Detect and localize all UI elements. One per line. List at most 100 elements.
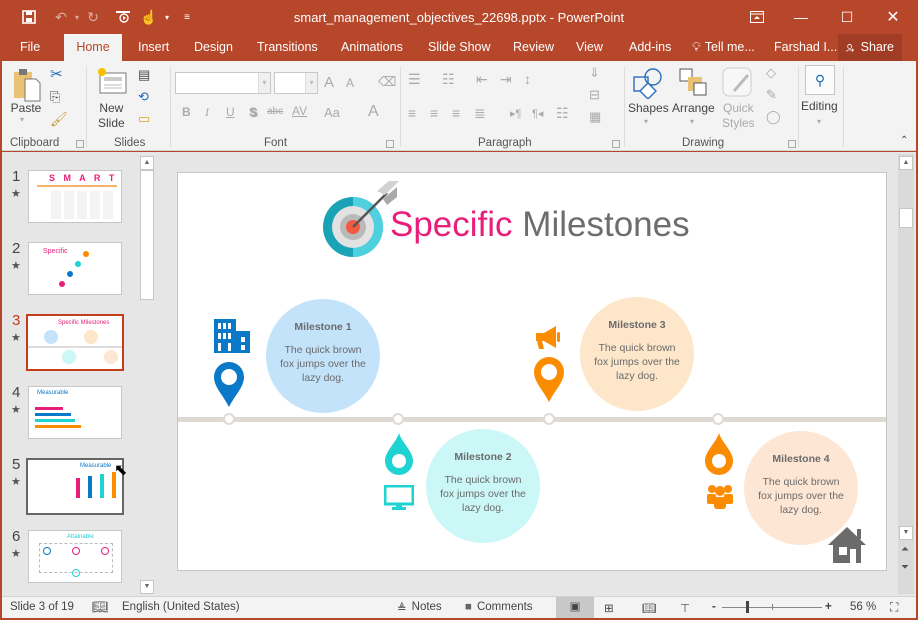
share-button[interactable]: Share <box>838 34 902 61</box>
section-icon[interactable]: ▭ <box>138 111 150 127</box>
underline-button[interactable]: U <box>226 105 235 119</box>
slide-thumbnail-2[interactable]: Specific <box>28 242 122 295</box>
tab-file[interactable]: File <box>12 34 48 61</box>
tab-design[interactable]: Design <box>186 34 241 61</box>
shape-effects-icon[interactable]: ◯ <box>766 109 781 125</box>
slide-thumbnail-3[interactable]: Specific Milestones <box>26 314 124 371</box>
minimize-button[interactable]: — <box>778 0 824 34</box>
tab-view[interactable]: View <box>568 34 611 61</box>
shapes-icon[interactable] <box>632 67 664 102</box>
paragraph-launcher-icon[interactable] <box>612 140 620 148</box>
slide-thumbnail-6[interactable]: Attainable <box>28 530 122 583</box>
find-icon[interactable]: ⚲ <box>805 65 835 95</box>
collapse-ribbon-icon[interactable]: ⌃ <box>900 135 908 146</box>
bold-button[interactable]: B <box>182 105 191 119</box>
slide-thumbnail-5[interactable]: Measurable <box>26 458 124 515</box>
numbering-icon[interactable]: ☷ <box>442 71 455 88</box>
tab-review[interactable]: Review <box>505 34 562 61</box>
center-icon[interactable]: ≡ <box>430 105 438 121</box>
tab-animations[interactable]: Animations <box>333 34 411 61</box>
tab-slide-show[interactable]: Slide Show <box>420 34 499 61</box>
align-text-icon[interactable]: ⊟ <box>589 87 600 103</box>
ribbon-display-options-icon[interactable] <box>734 0 780 34</box>
scroll-down-button[interactable]: ▼ <box>899 526 913 540</box>
editing-button[interactable]: Editing <box>801 99 838 113</box>
tell-me-box[interactable]: 💡︎ Tell me... <box>684 34 763 61</box>
slide-show-button[interactable]: ⊤ <box>680 601 690 615</box>
strikethrough-button[interactable]: abc <box>267 106 283 117</box>
reset-icon[interactable]: ⟲ <box>138 89 149 105</box>
zoom-level[interactable]: 56 % <box>850 601 876 613</box>
clipboard-launcher-icon[interactable] <box>76 140 84 148</box>
next-slide-icon[interactable]: ⏷ <box>901 562 909 573</box>
drawing-launcher-icon[interactable] <box>788 140 796 148</box>
justify-icon[interactable]: ≣ <box>474 105 486 122</box>
change-case-button[interactable]: Aa <box>324 105 340 120</box>
align-left-icon[interactable]: ≡ <box>408 105 416 121</box>
zoom-in-button[interactable]: + <box>825 601 832 613</box>
columns-icon[interactable]: ☷ <box>556 105 569 122</box>
editing-dropdown-icon[interactable]: ▾ <box>817 117 821 126</box>
smartart-icon[interactable]: ▦ <box>589 109 601 125</box>
new-slide-icon[interactable] <box>96 67 128 98</box>
tab-home[interactable]: Home <box>64 34 122 61</box>
arrange-icon[interactable] <box>678 67 708 100</box>
decrease-indent-icon[interactable]: ⇤ <box>476 71 488 88</box>
zoom-out-button[interactable]: - <box>712 601 716 613</box>
slide-canvas[interactable]: Specific Milestones Milestone 1 The quic… <box>177 172 887 571</box>
font-color-button[interactable]: A <box>368 103 379 121</box>
increase-indent-icon[interactable]: ⇥ <box>500 71 512 88</box>
italic-button[interactable]: I <box>205 105 209 120</box>
shapes-button[interactable]: Shapes <box>628 101 669 115</box>
format-painter-icon[interactable]: 🖌︎ <box>50 111 68 128</box>
paste-button[interactable]: Paste <box>10 101 42 115</box>
clear-formatting-icon[interactable]: ⌫ <box>378 74 396 90</box>
arrange-button[interactable]: Arrange <box>672 101 715 115</box>
shadow-button[interactable]: S <box>249 105 257 119</box>
maximize-button[interactable]: ☐ <box>824 0 870 34</box>
rtl-icon[interactable]: ¶◂ <box>532 107 543 120</box>
quick-styles-button[interactable]: Quick Styles <box>722 101 755 131</box>
arrange-dropdown-icon[interactable]: ▾ <box>690 117 694 126</box>
font-size-input[interactable]: ▾ <box>274 72 318 94</box>
close-button[interactable]: ✕ <box>870 0 916 34</box>
tab-insert[interactable]: Insert <box>130 34 177 61</box>
spell-check-icon[interactable]: 📖︎ <box>92 599 109 615</box>
align-right-icon[interactable]: ≡ <box>452 105 460 121</box>
line-spacing-icon[interactable]: ↕ <box>524 71 531 87</box>
slide-thumbnail-4[interactable]: Measurable <box>28 386 122 439</box>
font-launcher-icon[interactable] <box>386 140 394 148</box>
scroll-thumb[interactable] <box>899 208 913 228</box>
text-direction-icon[interactable]: ⇓ <box>589 65 600 81</box>
new-slide-button[interactable]: New Slide <box>98 101 125 131</box>
bullets-icon[interactable]: ☰ <box>408 71 421 88</box>
cut-icon[interactable]: ✂ <box>50 65 63 83</box>
shrink-font-button[interactable]: A <box>346 76 354 90</box>
scroll-up-button[interactable]: ▲ <box>899 156 913 170</box>
grow-font-button[interactable]: A <box>324 74 334 91</box>
reading-view-button[interactable]: 📖︎ <box>642 601 657 615</box>
fit-to-window-icon[interactable]: ⛶ <box>890 600 898 615</box>
slide-sorter-button[interactable]: ⊞ <box>604 601 614 615</box>
scroll-thumb[interactable] <box>140 170 154 300</box>
tab-add-ins[interactable]: Add-ins <box>621 34 679 61</box>
layout-icon[interactable]: ▤ <box>138 67 150 83</box>
quick-styles-icon[interactable] <box>722 67 752 100</box>
home-icon[interactable] <box>826 525 868 565</box>
ltr-icon[interactable]: ▸¶ <box>510 107 521 120</box>
shape-fill-icon[interactable]: ◇ <box>766 65 776 81</box>
scroll-up-button[interactable]: ▲ <box>140 156 154 170</box>
paste-dropdown-icon[interactable]: ▾ <box>20 115 24 124</box>
shapes-dropdown-icon[interactable]: ▾ <box>644 117 648 126</box>
slide-thumbnail-1[interactable]: S M A R T <box>28 170 122 223</box>
previous-slide-icon[interactable]: ⏶ <box>901 544 909 555</box>
font-name-input[interactable]: ▾ <box>175 72 271 94</box>
character-spacing-button[interactable]: AV <box>292 104 307 118</box>
thumbnail-scrollbar[interactable]: ▲ ▼ <box>139 154 155 594</box>
zoom-slider-thumb[interactable] <box>746 601 749 613</box>
normal-view-button[interactable]: ▣ <box>556 597 594 618</box>
user-account[interactable]: Farshad I... <box>766 34 845 61</box>
copy-icon[interactable]: ⎘ <box>50 89 60 105</box>
tab-transitions[interactable]: Transitions <box>249 34 326 61</box>
language-indicator[interactable]: English (United States) <box>122 601 240 613</box>
